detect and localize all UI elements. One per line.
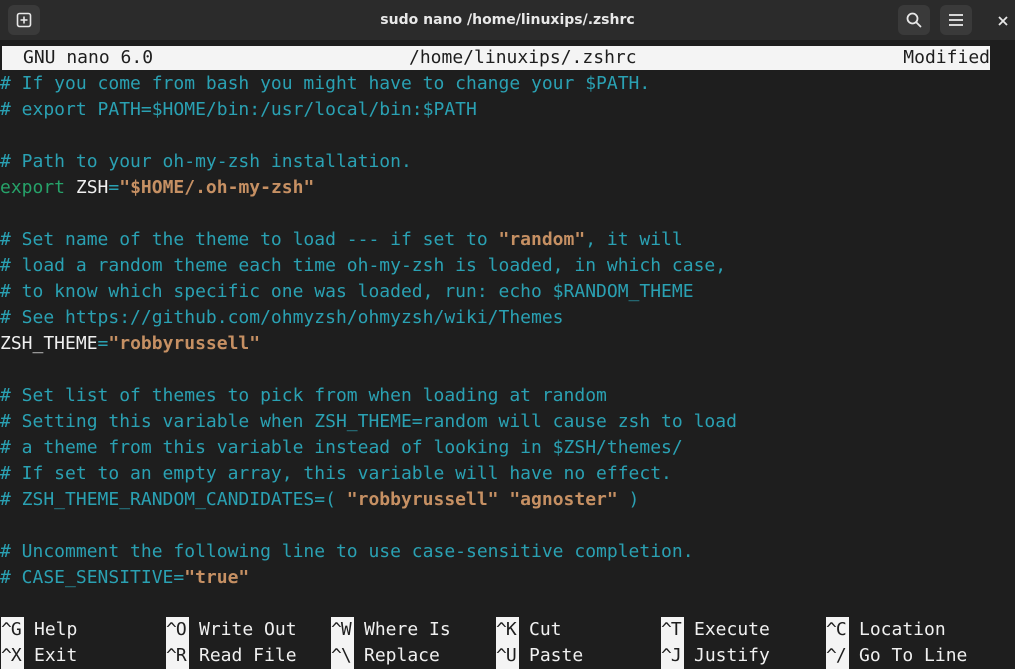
shortcut-key: ^U	[496, 643, 519, 669]
shortcut-execute[interactable]: ^T Execute	[661, 617, 770, 643]
shortcut-label: Write Out	[199, 619, 297, 640]
code-token: # load a random theme each time oh-my-zs…	[0, 255, 727, 276]
code-token: # If set to an empty array, this variabl…	[0, 463, 672, 484]
shortcut-cut[interactable]: ^K Cut	[496, 617, 562, 643]
shortcut-exit[interactable]: ^X Exit	[1, 643, 77, 669]
shortcut-key: ^J	[661, 643, 684, 669]
code-token: # If you come from bash you might have t…	[0, 73, 651, 94]
window-title: sudo nano /home/linuxips/.zshrc	[380, 12, 635, 28]
search-button[interactable]	[898, 5, 930, 35]
modified-status: Modified	[903, 47, 990, 68]
shortcut-label: Exit	[34, 645, 78, 666]
editor-line[interactable]	[0, 513, 1015, 539]
code-token: # a theme from this variable instead of …	[0, 437, 683, 458]
shortcut-key: ^O	[166, 617, 189, 643]
editor-line[interactable]: ZSH_THEME="robbyrussell"	[0, 331, 1015, 357]
code-token: # to know which specific one was loaded,…	[0, 281, 694, 302]
editor-line[interactable]	[0, 357, 1015, 383]
code-token: "robbyrussell"	[346, 489, 499, 510]
close-button[interactable]	[993, 5, 1013, 35]
shortcut-key: ^T	[661, 617, 684, 643]
shortcut-replace[interactable]: ^\ Replace	[331, 643, 440, 669]
shortcut-label: Paste	[529, 645, 584, 666]
editor-line[interactable]: # CASE_SENSITIVE="true"	[0, 565, 1015, 591]
shortcut-label: Help	[34, 619, 78, 640]
code-token: # CASE_SENSITIVE=	[0, 567, 185, 588]
shortcut-label: Execute	[694, 619, 770, 640]
shortcut-location[interactable]: ^C Location	[826, 617, 946, 643]
hamburger-menu-icon	[948, 13, 964, 27]
shortcut-label: Location	[859, 619, 946, 640]
shortcut-key: ^K	[496, 617, 519, 643]
code-token: # export PATH=$HOME/bin:/usr/local/bin:$…	[0, 99, 477, 120]
editor-line[interactable]: # a theme from this variable instead of …	[0, 435, 1015, 461]
code-token: "agnoster"	[509, 489, 618, 510]
close-icon	[998, 11, 1008, 30]
editor-line[interactable]: # If you come from bash you might have t…	[0, 71, 1015, 97]
shortcut-write-out[interactable]: ^O Write Out	[166, 617, 297, 643]
editor-line[interactable]: # Set name of the theme to load --- if s…	[0, 227, 1015, 253]
file-path: /home/linuxips/.zshrc	[409, 47, 637, 68]
shortcut-key: ^X	[1, 643, 24, 669]
nano-version: GNU nano 6.0	[23, 47, 154, 68]
code-token: )	[617, 489, 640, 510]
search-icon	[905, 11, 923, 29]
shortcut-help[interactable]: ^G Help	[1, 617, 77, 643]
code-token: # Set name of the theme to load --- if s…	[0, 229, 499, 250]
shortcut-label: Replace	[364, 645, 440, 666]
code-token: ZSH_THEME	[0, 333, 98, 354]
shortcut-go-to-line[interactable]: ^/ Go To Line	[826, 643, 967, 669]
editor-line[interactable]: # Set list of themes to pick from when l…	[0, 383, 1015, 409]
shortcut-read-file[interactable]: ^R Read File	[166, 643, 297, 669]
code-token: # See https://github.com/ohmyzsh/ohmyzsh…	[0, 307, 564, 328]
code-token: "robbyrussell"	[108, 333, 261, 354]
menu-button[interactable]	[940, 5, 972, 35]
code-token: # ZSH_THEME_RANDOM_CANDIDATES=(	[0, 489, 347, 510]
code-token: , it will	[585, 229, 683, 250]
shortcut-label: Justify	[694, 645, 770, 666]
shortcut-key: ^W	[331, 617, 354, 643]
editor-line[interactable]: # Setting this variable when ZSH_THEME=r…	[0, 409, 1015, 435]
shortcut-paste[interactable]: ^U Paste	[496, 643, 583, 669]
shortcut-key: ^R	[166, 643, 189, 669]
code-token: "$HOME/.oh-my-zsh"	[119, 177, 315, 198]
editor-line[interactable]	[0, 201, 1015, 227]
code-token: # Set list of themes to pick from when l…	[0, 385, 607, 406]
code-token: export	[0, 177, 66, 198]
code-token: "random"	[498, 229, 586, 250]
editor-line[interactable]: export ZSH="$HOME/.oh-my-zsh"	[0, 175, 1015, 201]
editor-line[interactable]: # load a random theme each time oh-my-zs…	[0, 253, 1015, 279]
shortcut-label: Go To Line	[859, 645, 968, 666]
editor-line[interactable]: # See https://github.com/ohmyzsh/ohmyzsh…	[0, 305, 1015, 331]
title-bar: sudo nano /home/linuxips/.zshrc	[0, 0, 1015, 40]
shortcut-label: Cut	[529, 619, 562, 640]
editor-line[interactable]	[0, 123, 1015, 149]
shortcut-bar: ^G Help ^O Write Out ^W Where Is ^K Cut ^T Execut…	[0, 617, 1015, 669]
shortcut-key: ^/	[826, 643, 849, 669]
code-token: # Path to your oh-my-zsh installation.	[0, 151, 412, 172]
code-token: # Uncomment the following line to use ca…	[0, 541, 694, 562]
editor-line[interactable]: # Path to your oh-my-zsh installation.	[0, 149, 1015, 175]
editor-line[interactable]: # Uncomment the following line to use ca…	[0, 539, 1015, 565]
editor-line[interactable]: # to know which specific one was loaded,…	[0, 279, 1015, 305]
editor-line[interactable]: # If set to an empty array, this variabl…	[0, 461, 1015, 487]
editor-line[interactable]: # export PATH=$HOME/bin:/usr/local/bin:$…	[0, 97, 1015, 123]
nano-header: GNU nano 6.0 /home/linuxips/.zshrc Modif…	[2, 46, 990, 70]
shortcut-label: Read File	[199, 645, 297, 666]
shortcut-key: ^C	[826, 617, 849, 643]
shortcut-justify[interactable]: ^J Justify	[661, 643, 770, 669]
shortcut-where-is[interactable]: ^W Where Is	[331, 617, 451, 643]
shortcut-label: Where Is	[364, 619, 451, 640]
code-token: ZSH	[65, 177, 109, 198]
code-token: =	[108, 177, 120, 198]
shortcut-key: ^G	[1, 617, 24, 643]
shortcut-key: ^\	[331, 643, 354, 669]
code-token: # Setting this variable when ZSH_THEME=r…	[0, 411, 737, 432]
terminal-content[interactable]: GNU nano 6.0 /home/linuxips/.zshrc Modif…	[0, 44, 1015, 669]
code-token: =	[97, 333, 109, 354]
terminal-window: sudo nano /home/linuxips/.zshrc GNU nano…	[0, 0, 1015, 669]
code-token: "true"	[184, 567, 250, 588]
editor-line[interactable]: # ZSH_THEME_RANDOM_CANDIDATES=( "robbyru…	[0, 487, 1015, 513]
